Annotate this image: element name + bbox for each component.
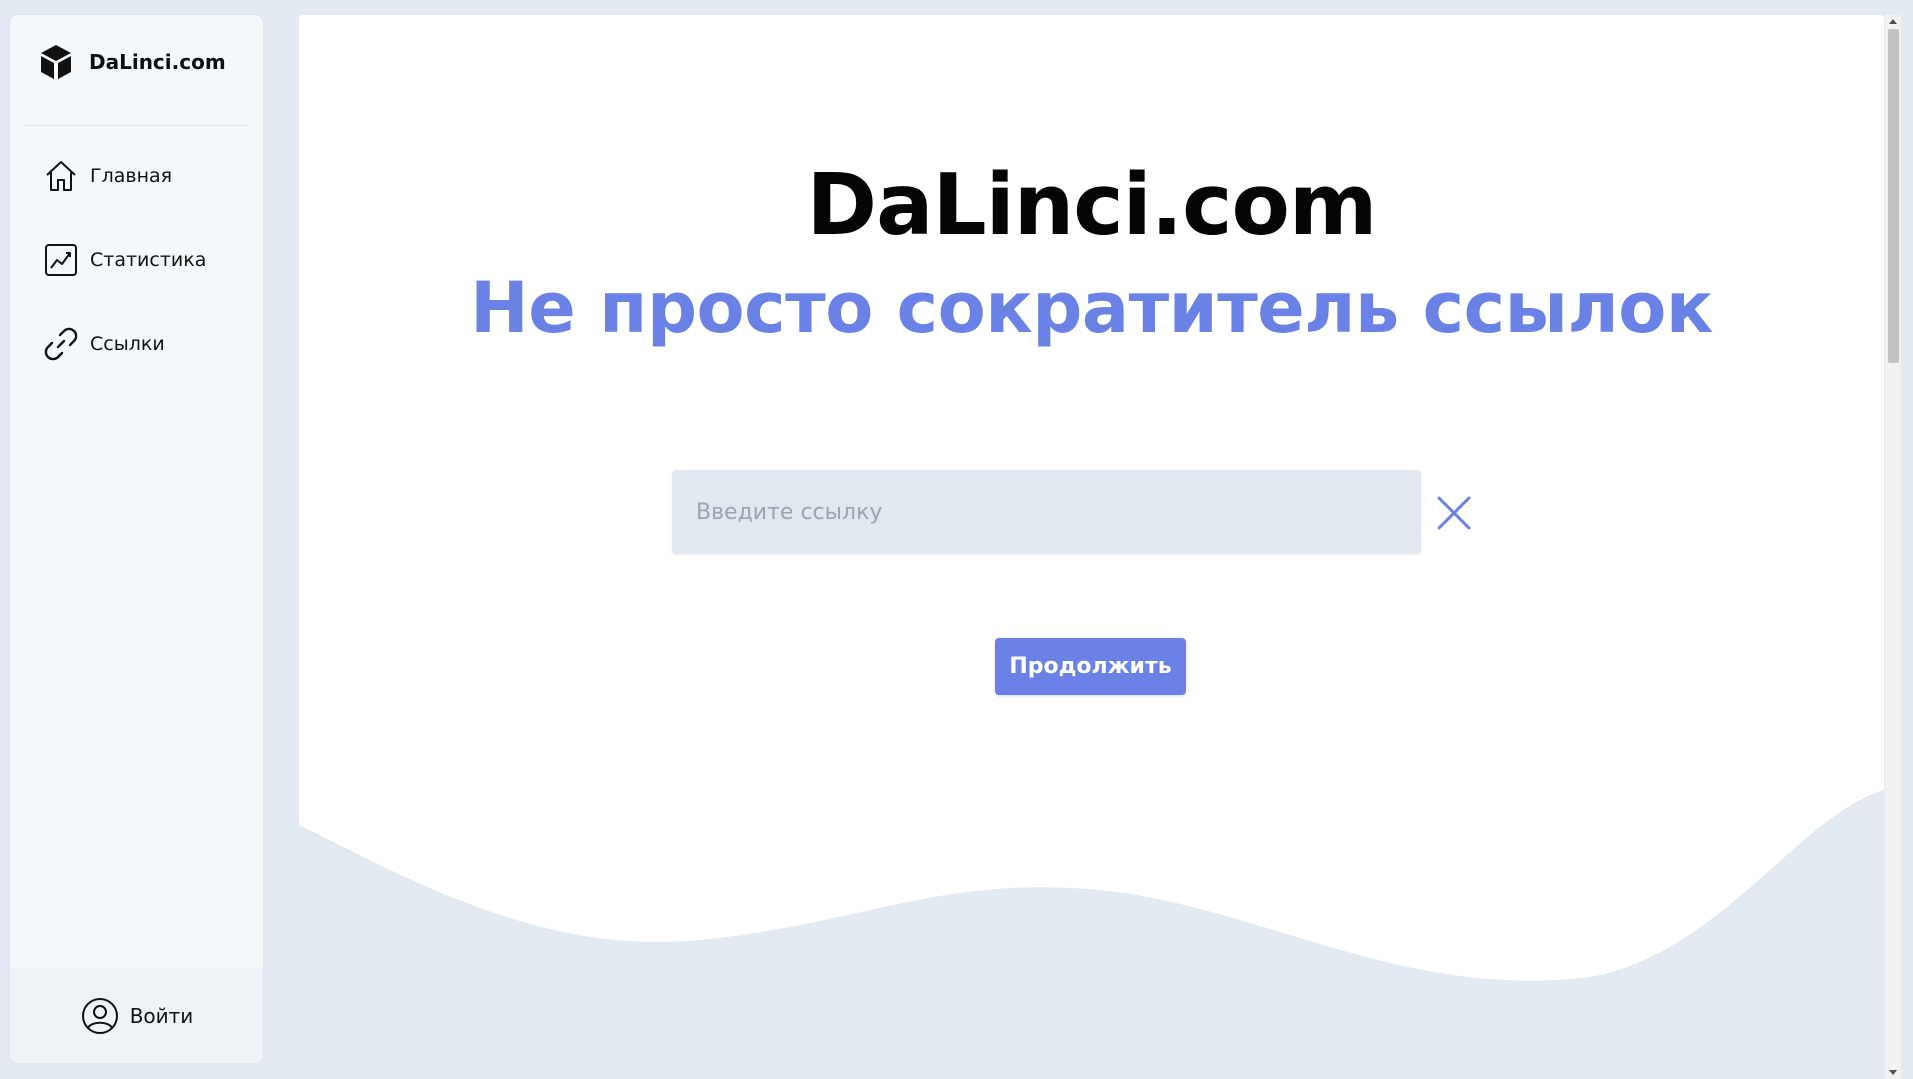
page-subtitle: Не просто сократитель ссылок [470,267,1713,349]
scroll-thumb[interactable] [1888,29,1899,363]
link-icon [42,325,80,363]
brand-name: DaLinci.com [89,50,226,74]
login-button[interactable]: Войти [80,996,194,1036]
main-content: DaLinci.com Не просто сократитель ссылок… [299,15,1884,1079]
continue-button[interactable]: Продолжить [995,638,1186,695]
scrollbar[interactable] [1885,15,1901,1079]
scroll-up-icon[interactable] [1889,19,1897,24]
sidebar-item-label: Главная [90,165,173,187]
page-title: DaLinci.com [806,156,1378,255]
home-icon [42,157,80,195]
brand[interactable]: DaLinci.com [36,39,226,85]
sidebar-item-label: Ссылки [90,333,165,355]
sidebar-item-label: Статистика [90,249,207,271]
close-icon[interactable] [1435,494,1473,532]
sidebar-item-statistics[interactable]: Статистика [42,237,206,283]
sidebar-divider [24,125,249,126]
sidebar-footer: Войти [10,968,263,1063]
chart-icon [42,241,80,279]
login-label: Войти [129,1003,194,1028]
user-circle-icon [80,996,120,1036]
url-input[interactable] [672,470,1421,554]
sidebar-item-links[interactable]: Ссылки [42,321,206,367]
cube-icon [36,42,76,82]
sidebar-nav: Главная Статистика Ссылки [42,153,206,405]
sidebar-item-home[interactable]: Главная [42,153,206,199]
scroll-down-icon[interactable] [1889,1070,1897,1075]
sidebar: DaLinci.com Главная Статистика Ссылки Во… [10,15,263,1063]
